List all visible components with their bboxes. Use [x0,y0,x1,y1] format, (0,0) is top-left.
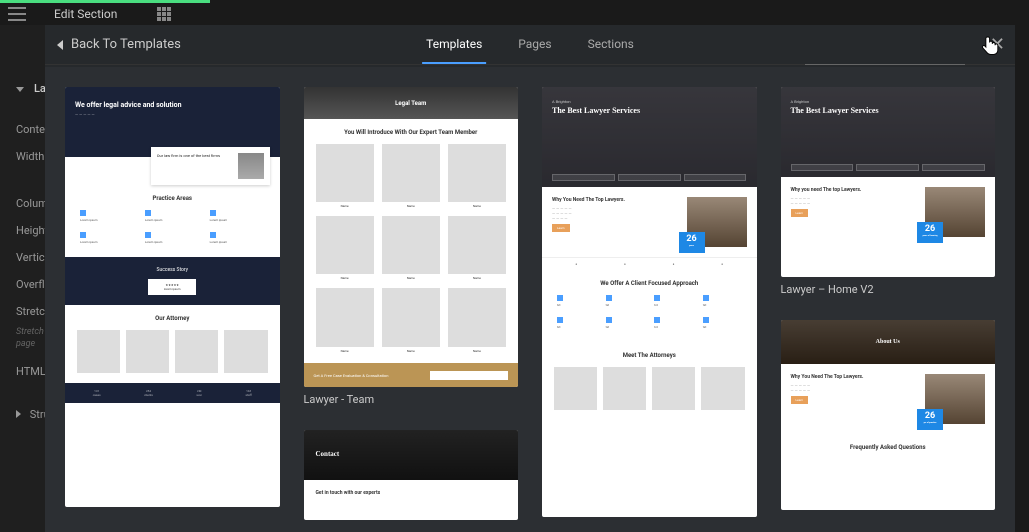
template-label: Lawyer – Home V2 [781,283,996,296]
thumb-hero-title: The Best Lawyer Services [552,106,747,115]
hamburger-icon[interactable] [8,7,26,21]
app-topbar: Edit Section [0,3,1029,25]
template-card[interactable]: A Brighton The Best Lawyer Services Why … [542,87,757,517]
thumb-hero-title: Contact [304,430,519,480]
chevron-down-icon[interactable] [16,87,24,92]
grid-icon[interactable] [157,7,171,21]
template-library-modal: Back To Templates Templates Pages Sectio… [45,25,1015,532]
thumb-practice-title: Practice Areas [77,195,268,202]
thumb-hero-title: We offer legal advice and solution [75,101,270,109]
tab-sections[interactable]: Sections [584,25,638,64]
tab-pages[interactable]: Pages [514,25,555,64]
thumb-why-title: Why You Need The Top Lawyers. [552,197,681,203]
thumb-meet-title: Meet The Attorneys [554,352,745,359]
thumb-attorney-title: Our Attorney [77,315,268,322]
modal-tabs: Templates Pages Sections [422,25,638,64]
thumb-float-text: Our law firm is one of the best firms [157,153,234,179]
template-card[interactable]: A Brighton The Best Lawyer Services Why … [781,87,996,296]
template-grid[interactable]: We offer legal advice and solution — — —… [45,67,1015,532]
thumb-body-title: Get in touch with our experts [304,480,519,506]
tab-templates[interactable]: Templates [422,25,486,64]
back-label: Back To Templates [71,37,181,52]
back-button[interactable]: Back To Templates [57,37,181,52]
thumb-hero-title: About Us [781,320,996,364]
thumb-approach-title: We Offer A Client Focused Approach [554,280,745,287]
modal-header: Back To Templates Templates Pages Sectio… [45,25,1015,65]
template-card[interactable]: We offer legal advice and solution — — —… [65,87,280,507]
thumb-why-title: Why You Need The Top Lawyers. [791,374,920,380]
topbar-title: Edit Section [54,7,117,21]
close-icon[interactable]: ✕ [990,34,1005,55]
thumb-badge: Legal Team [304,87,519,119]
template-card[interactable]: About Us Why You Need The Top Lawyers. —… [781,320,996,510]
template-card[interactable]: Legal Team You Will Introduce With Our E… [304,87,519,406]
chevron-right-icon [16,410,21,418]
template-label: Lawyer - Team [304,393,519,406]
template-card[interactable]: Contact Get in touch with our experts [304,430,519,520]
thumb-faq-title: Frequently Asked Questions [793,444,984,451]
thumb-cta: Get A Free Case Evaluation & Consultatio… [314,373,411,378]
thumb-success-title: Success Story [77,267,268,273]
thumb-why-title: Why you need The top Lawyers. [791,187,920,193]
thumb-hero-title: The Best Lawyer Services [791,106,986,115]
chevron-left-icon [57,40,63,50]
thumb-subtitle: You Will Introduce With Our Expert Team … [316,129,507,136]
